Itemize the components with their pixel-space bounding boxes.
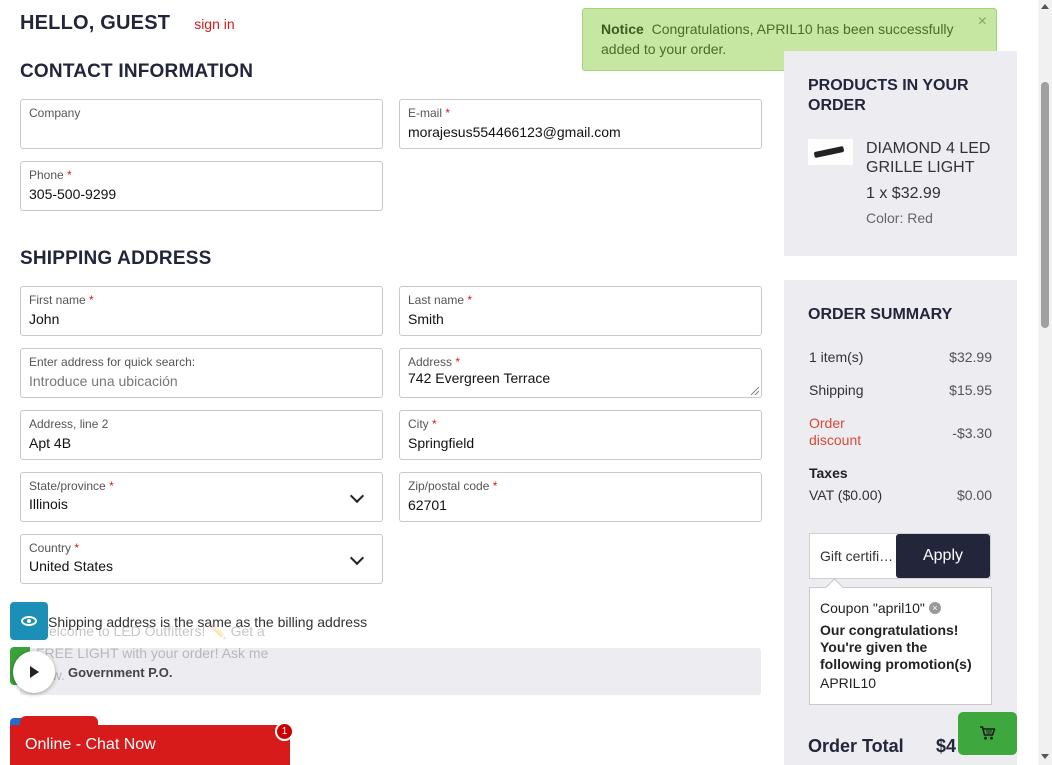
- remove-coupon-icon[interactable]: ×: [928, 602, 941, 614]
- address-label: Address: [408, 355, 453, 369]
- chevron-down-icon[interactable]: [349, 488, 365, 504]
- country-value: United States: [29, 558, 114, 574]
- items-row: 1 item(s) $32.99: [809, 349, 992, 365]
- zip-field[interactable]: Zip/postal code * 62701: [399, 472, 762, 522]
- zip-label: Zip/postal code: [408, 479, 490, 493]
- products-panel: PRODUCTS IN YOUR ORDER DIAMOND 4 LED GRI…: [784, 51, 1017, 256]
- items-label: 1 item(s): [809, 349, 864, 365]
- chevron-down-icon[interactable]: [349, 550, 365, 566]
- city-field[interactable]: City * Springfield: [399, 410, 762, 460]
- company-label: Company: [29, 106, 81, 120]
- country-label: Country: [29, 541, 72, 555]
- address-search-placeholder: Introduce una ubicación: [29, 373, 178, 389]
- discount-label: Order discount: [809, 415, 862, 448]
- contact-section-title: CONTACT INFORMATION: [20, 61, 254, 82]
- phone-label: Phone: [29, 168, 64, 182]
- apply-button[interactable]: Apply: [896, 534, 990, 578]
- email-value: morajesus554466123@gmail.com: [408, 124, 621, 140]
- address-search-field[interactable]: Enter address for quick search: Introduc…: [20, 348, 383, 398]
- first-name-field[interactable]: First name * John: [20, 286, 383, 336]
- country-select[interactable]: Country * United States: [20, 534, 383, 584]
- zip-value: 62701: [408, 497, 447, 513]
- state-label: State/province: [29, 479, 106, 493]
- items-value: $32.99: [949, 349, 992, 365]
- chat-notification-badge: 1: [275, 722, 294, 741]
- first-name-value: John: [29, 311, 60, 327]
- phone-field[interactable]: Phone * 305-500-9299: [20, 161, 383, 211]
- vat-row: VAT ($0.00) $0.00: [809, 487, 992, 503]
- coupon-label: Coupon "april10": [820, 600, 925, 616]
- taxes-heading: Taxes: [809, 465, 992, 481]
- page-scrollbar[interactable]: [1038, 0, 1052, 765]
- order-total-label: Order Total: [808, 736, 904, 756]
- shipping-value: $15.95: [949, 382, 992, 398]
- sign-in-link[interactable]: sign in: [194, 16, 234, 32]
- last-name-value: Smith: [408, 311, 444, 327]
- coupon-message: Our congratulations! You're given the fo…: [820, 622, 972, 672]
- company-field[interactable]: Company: [20, 99, 383, 149]
- eye-icon[interactable]: [10, 602, 48, 640]
- address-line2-field[interactable]: Address, line 2 Apt 4B: [20, 410, 383, 460]
- gift-certificate-input[interactable]: Gift certifi…: [810, 534, 896, 578]
- order-summary-panel: ORDER SUMMARY 1 item(s) $32.99 Shipping …: [784, 280, 1017, 765]
- address-field[interactable]: Address * 742 Evergreen Terrace: [399, 348, 762, 398]
- scroll-down-icon[interactable]: [1041, 754, 1049, 759]
- discount-row: Order discount -$3.30: [809, 415, 992, 449]
- first-name-label: First name: [29, 293, 86, 307]
- taxes-label: Taxes: [809, 465, 848, 481]
- product-option: Color: Red: [866, 210, 933, 226]
- state-value: Illinois: [29, 496, 68, 512]
- address-line2-value: Apt 4B: [29, 435, 72, 451]
- shipping-row: Shipping $15.95: [809, 382, 992, 398]
- coupon-box: Coupon "april10" × Our congratulations! Y…: [809, 587, 992, 705]
- shipping-label: Shipping: [809, 382, 864, 398]
- address-value: 742 Evergreen Terrace: [408, 370, 551, 386]
- cart-icon: [980, 726, 996, 740]
- discount-value: -$3.30: [952, 425, 992, 441]
- vat-label: VAT ($0.00): [809, 487, 883, 503]
- city-label: City: [408, 417, 429, 431]
- page-header: HELLO, GUEST sign in: [20, 12, 235, 35]
- address-search-label: Enter address for quick search:: [29, 355, 196, 369]
- email-label: E-mail: [408, 106, 443, 120]
- email-field[interactable]: E-mail * morajesus554466123@gmail.com: [399, 99, 762, 149]
- last-name-label: Last name: [408, 293, 465, 307]
- coupon-code: APRIL10: [820, 675, 877, 691]
- order-summary-title: ORDER SUMMARY: [808, 306, 953, 323]
- last-name-field[interactable]: Last name * Smith: [399, 286, 762, 336]
- scrollbar-thumb[interactable]: [1041, 82, 1049, 328]
- product-thumbnail[interactable]: [808, 139, 853, 165]
- products-title: PRODUCTS IN YOUR ORDER: [808, 77, 969, 114]
- greeting: HELLO, GUEST: [20, 12, 171, 34]
- gift-certificate-group: Gift certifi… Apply: [809, 533, 991, 579]
- chat-now-button[interactable]: Online - Chat Now: [10, 725, 290, 765]
- resize-handle[interactable]: [751, 387, 759, 395]
- order-total-value: $4: [936, 736, 957, 756]
- shipping-section-title: SHIPPING ADDRESS: [20, 248, 212, 269]
- vat-value: $0.00: [956, 487, 992, 503]
- address-line2-label: Address, line 2: [29, 417, 109, 431]
- cart-button[interactable]: [958, 712, 1017, 755]
- phone-value: 305-500-9299: [29, 186, 117, 202]
- product-qty-price: 1 x $32.99: [866, 185, 941, 202]
- scroll-up-icon[interactable]: [1041, 4, 1049, 9]
- close-icon[interactable]: ×: [978, 12, 987, 32]
- play-icon[interactable]: [13, 651, 55, 693]
- state-select[interactable]: State/province * Illinois: [20, 472, 383, 522]
- notice-title: Notice: [601, 21, 644, 37]
- chat-welcome-message: Welcome to LED Outfitters! ✏️ Get a FREE…: [36, 623, 269, 683]
- city-value: Springfield: [408, 435, 475, 451]
- product-name[interactable]: DIAMOND 4 LED GRILLE LIGHT: [866, 139, 1006, 177]
